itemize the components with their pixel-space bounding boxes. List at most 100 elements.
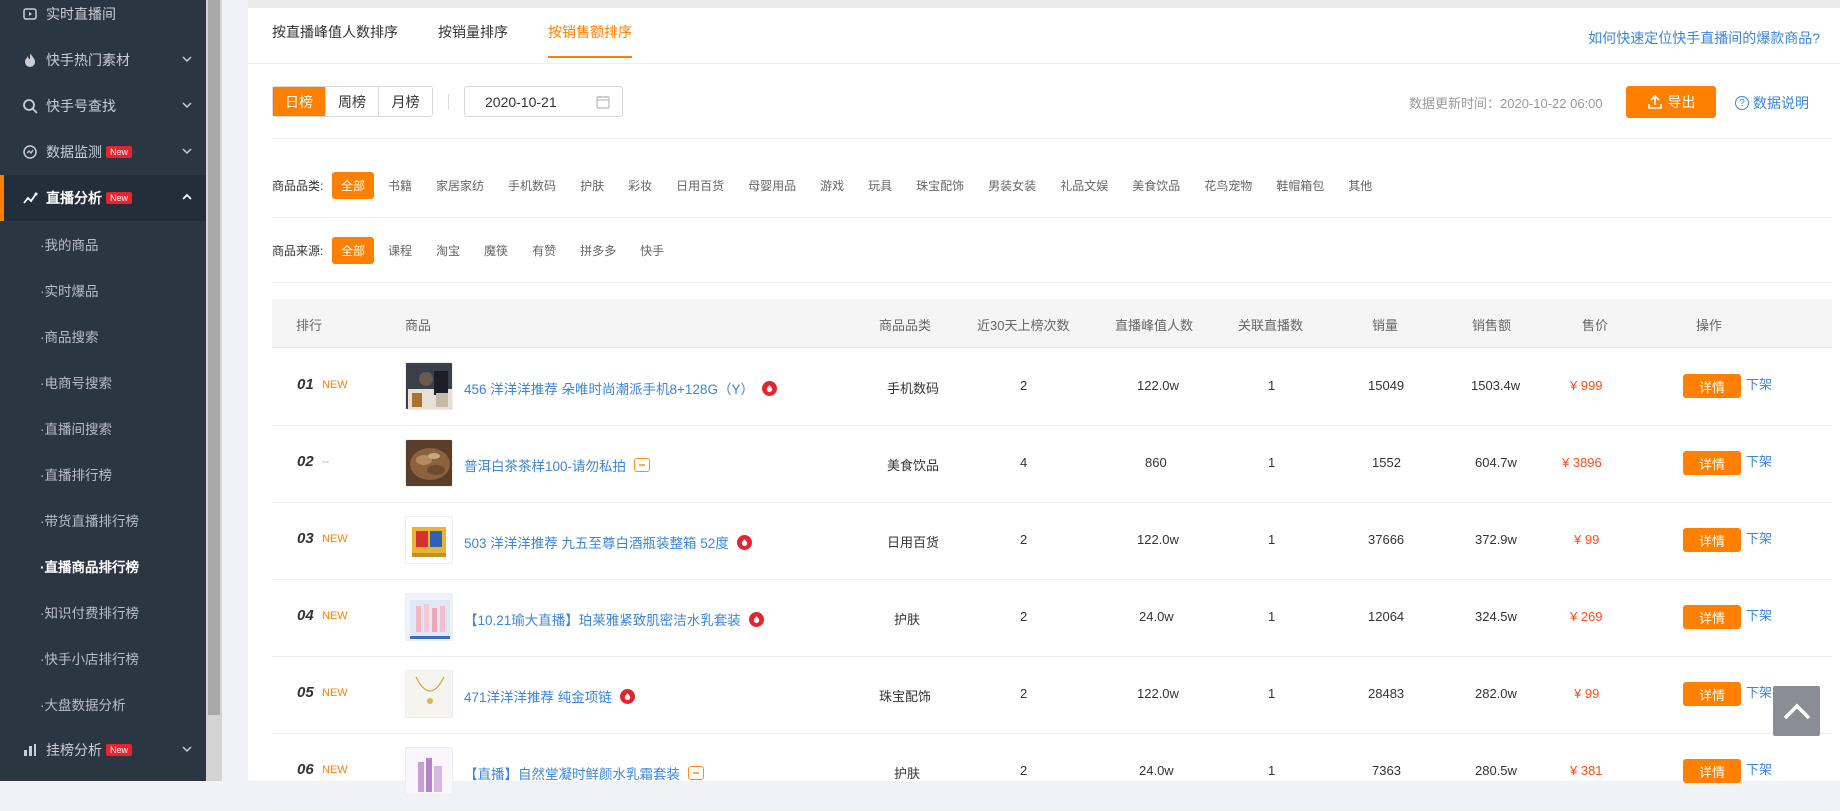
- detail-button[interactable]: 详情: [1683, 759, 1741, 783]
- category-chip[interactable]: 礼品文娱: [1060, 177, 1108, 194]
- sub-sales-live-ranking[interactable]: ·带货直播排行榜: [0, 497, 206, 543]
- date-picker[interactable]: 2020-10-21: [464, 86, 623, 117]
- detail-button[interactable]: 详情: [1683, 528, 1741, 552]
- category-chip[interactable]: 游戏: [820, 177, 844, 194]
- source-chip[interactable]: 淘宝: [436, 242, 460, 259]
- product-thumbnail[interactable]: [405, 670, 453, 718]
- detail-button[interactable]: 详情: [1683, 451, 1741, 475]
- source-chip[interactable]: 有赞: [532, 242, 556, 259]
- sidebar-scrollbar-thumb[interactable]: [208, 0, 220, 715]
- take-down-link[interactable]: 下架: [1746, 759, 1772, 778]
- detail-button[interactable]: 详情: [1683, 682, 1741, 706]
- source-chip[interactable]: 拼多多: [580, 242, 616, 259]
- category-chip[interactable]: 鞋帽箱包: [1276, 177, 1324, 194]
- category-chip[interactable]: 书籍: [388, 177, 412, 194]
- tab-sales-revenue[interactable]: 按销售额排序: [548, 22, 632, 58]
- data-help-link[interactable]: ? 数据说明: [1735, 93, 1809, 113]
- take-down-link[interactable]: 下架: [1746, 605, 1772, 624]
- nav-data-monitor[interactable]: 数据监测 New: [0, 129, 206, 175]
- help-link[interactable]: 如何快速定位快手直播间的爆款商品?: [1588, 28, 1820, 48]
- take-down-link[interactable]: 下架: [1746, 374, 1772, 393]
- source-chip[interactable]: 魔筷: [484, 242, 508, 259]
- product-name-link[interactable]: 471洋洋洋推荐 纯金项链: [464, 686, 635, 706]
- export-button[interactable]: 导出: [1626, 86, 1716, 118]
- rank-tag: NEW: [322, 687, 348, 699]
- nav-account-search[interactable]: 快手号查找: [0, 83, 206, 129]
- source-chip[interactable]: 课程: [388, 242, 412, 259]
- sub-label: ·带货直播排行榜: [40, 514, 139, 529]
- table-row: 01 NEW 456 洋洋洋推荐 朵唯时尚潮派手机8+128G（Y） 手机数码 …: [272, 349, 1832, 426]
- nav-label: 数据监测: [46, 144, 102, 160]
- category-chip[interactable]: 花鸟宠物: [1204, 177, 1252, 194]
- product-name-link[interactable]: 普洱白茶茶样100-请勿私拍: [464, 455, 651, 475]
- sub-live-ranking[interactable]: ·直播排行榜: [0, 451, 206, 497]
- tab-peak-viewers[interactable]: 按直播峰值人数排序: [272, 22, 398, 58]
- sub-live-product-ranking[interactable]: ·直播商品排行榜: [0, 543, 206, 589]
- monthly-rank-button[interactable]: 月榜: [379, 87, 432, 116]
- revenue: 604.7w: [1475, 455, 1517, 470]
- sales: 37666: [1368, 532, 1405, 547]
- nav-live-room[interactable]: 实时直播间: [0, 0, 206, 37]
- peak-viewers: 860: [1145, 455, 1167, 470]
- price: ¥ 999: [1570, 378, 1603, 393]
- count30: 2: [1020, 686, 1028, 701]
- rank-tag: NEW: [322, 533, 348, 545]
- bar-chart-icon: [22, 742, 38, 758]
- product-name-link[interactable]: 【直播】自然堂凝时鲜颜水乳霜套装: [464, 763, 704, 783]
- sub-realtime-hot[interactable]: ·实时爆品: [0, 267, 206, 313]
- chevron-up-icon: [1783, 703, 1810, 720]
- daily-rank-button[interactable]: 日榜: [273, 87, 326, 116]
- sub-my-products[interactable]: ·我的商品: [0, 221, 206, 267]
- category-chip[interactable]: 全部: [332, 172, 375, 199]
- nav-list-analysis[interactable]: 挂榜分析 New: [0, 727, 206, 773]
- rank-number: 05: [297, 684, 314, 701]
- category-chip[interactable]: 男装女装: [988, 177, 1036, 194]
- category-chip[interactable]: 家居家纺: [436, 177, 484, 194]
- sub-ecom-search[interactable]: ·电商号搜索: [0, 359, 206, 405]
- take-down-link[interactable]: 下架: [1746, 528, 1772, 547]
- take-down-link[interactable]: 下架: [1746, 682, 1772, 701]
- sub-paid-knowledge-ranking[interactable]: ·知识付费排行榜: [0, 589, 206, 635]
- product-thumbnail[interactable]: [405, 747, 453, 795]
- product-thumbnail[interactable]: [405, 439, 453, 487]
- new-badge: New: [106, 192, 133, 204]
- nav-hot-material[interactable]: 快手热门素材: [0, 37, 206, 83]
- detail-button[interactable]: 详情: [1683, 605, 1741, 629]
- category-chip[interactable]: 护肤: [580, 177, 604, 194]
- live-count: 1: [1268, 609, 1276, 624]
- source-chip[interactable]: 全部: [332, 237, 375, 264]
- sort-tabs: 按直播峰值人数排序 按销量排序 按销售额排序: [272, 22, 672, 58]
- sub-room-search[interactable]: ·直播间搜索: [0, 405, 206, 451]
- sales: 1552: [1372, 455, 1401, 470]
- product-thumbnail[interactable]: [405, 362, 453, 410]
- col-action: 操作: [1696, 318, 1723, 333]
- chevron-down-icon: [182, 148, 192, 155]
- sub-shop-ranking[interactable]: ·快手小店排行榜: [0, 635, 206, 681]
- take-down-link[interactable]: 下架: [1746, 451, 1772, 470]
- category-chip[interactable]: 美食饮品: [1132, 177, 1180, 194]
- category-chip[interactable]: 珠宝配饰: [916, 177, 964, 194]
- category-chip[interactable]: 日用百货: [676, 177, 724, 194]
- table-row: 03 NEW 503 洋洋洋推荐 九五至尊白酒瓶装整箱 52度 日用百货 2 1…: [272, 503, 1832, 580]
- product-name-link[interactable]: 456 洋洋洋推荐 朵唯时尚潮派手机8+128G（Y）: [464, 378, 777, 398]
- back-to-top-button[interactable]: [1773, 686, 1820, 736]
- category-chip[interactable]: 母婴用品: [748, 177, 796, 194]
- category-chip[interactable]: 手机数码: [508, 177, 556, 194]
- chevron-up-icon: [182, 193, 192, 200]
- product-thumbnail[interactable]: [405, 593, 453, 641]
- source-chip[interactable]: 快手: [640, 242, 664, 259]
- product-name-link[interactable]: 【10.21瑜大直播】珀莱雅紧致肌密洁水乳套装: [464, 609, 764, 629]
- sales: 28483: [1368, 686, 1405, 701]
- product-name-link[interactable]: 503 洋洋洋推荐 九五至尊白酒瓶装整箱 52度: [464, 532, 752, 552]
- hot-icon: [736, 534, 752, 550]
- product-thumbnail[interactable]: [405, 516, 453, 564]
- weekly-rank-button[interactable]: 周榜: [326, 87, 379, 116]
- sub-product-search[interactable]: ·商品搜索: [0, 313, 206, 359]
- category-chip[interactable]: 玩具: [868, 177, 892, 194]
- category-chip[interactable]: 彩妆: [628, 177, 652, 194]
- sub-market-analysis[interactable]: ·大盘数据分析: [0, 681, 206, 727]
- tab-sales-volume[interactable]: 按销量排序: [438, 22, 508, 58]
- nav-live-analysis[interactable]: 直播分析 New: [0, 175, 206, 221]
- category-chip[interactable]: 其他: [1348, 177, 1372, 194]
- detail-button[interactable]: 详情: [1683, 374, 1741, 398]
